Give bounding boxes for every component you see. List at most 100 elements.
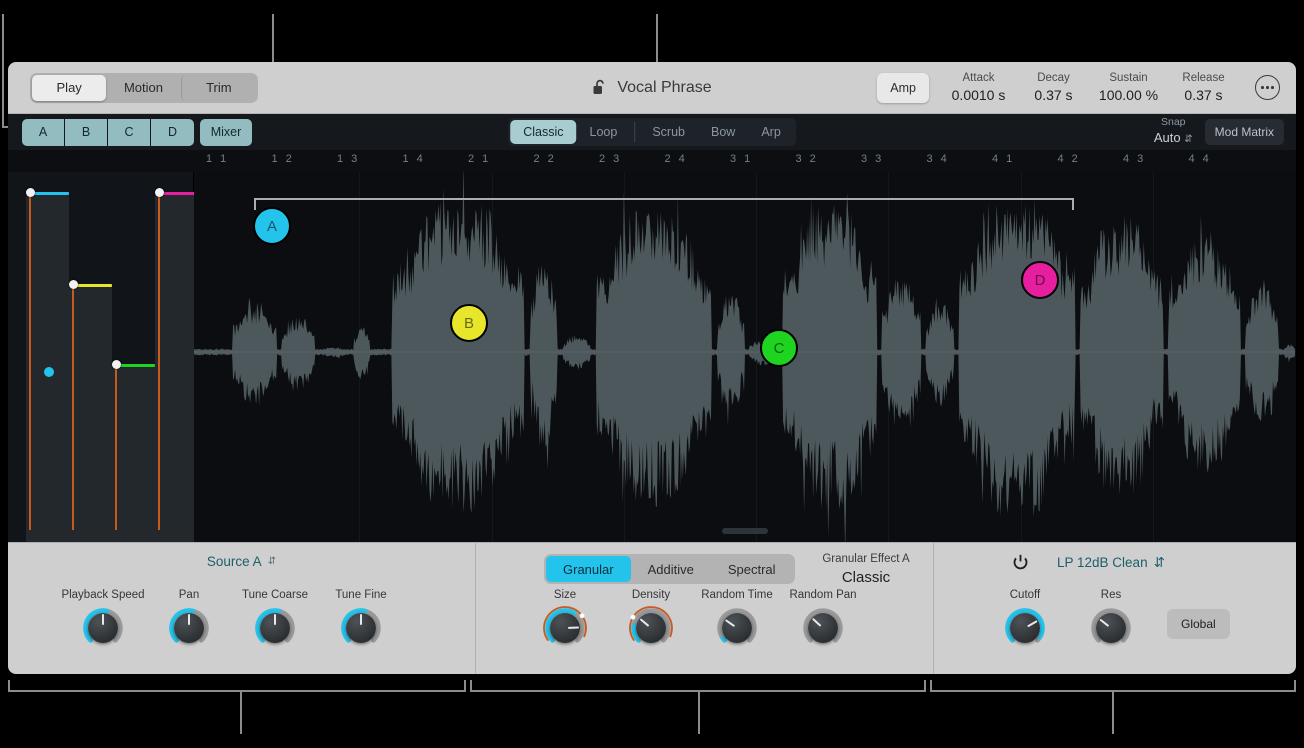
strip-handle[interactable] [69,280,78,289]
source-tab-b[interactable]: B [65,118,108,146]
ruler-tick: 4 4 [1188,153,1212,165]
region-bracket-bar [254,198,1074,200]
ruler-tick: 2 2 [533,153,557,165]
source-tab-c[interactable]: C [108,118,151,146]
amp-button[interactable]: Amp [877,72,929,103]
snap-control[interactable]: Snap Auto ⇵ [1154,116,1193,148]
res-knob-cap [1096,613,1126,643]
playback-speed-knob[interactable] [81,606,125,650]
ruler-tick: 4 1 [992,153,1015,165]
tune-fine-knob[interactable] [339,606,383,650]
attack-label: Attack [962,71,995,84]
size-knob[interactable] [543,606,587,650]
decay-readout[interactable]: Decay 0.37 s [1016,71,1091,105]
res-knob-cell: Res [1068,589,1154,650]
playback-mode-group[interactable]: Classic Loop Scrub Bow Arp [508,118,796,146]
res-knob[interactable] [1089,606,1133,650]
source-tab-a[interactable]: A [22,118,65,146]
callout-bracket-1-right [464,680,466,692]
strip-handle[interactable] [26,188,35,197]
res-knob-label: Res [1100,589,1122,601]
bottom-panel: Source A ⇵ Playback Speed Pan Tune Coarse T… [8,542,1296,674]
strip-position-line[interactable] [29,193,31,530]
strip-playhead-dot[interactable] [44,367,54,377]
horizontal-scroll-handle[interactable] [722,528,768,534]
waveform-marker-b[interactable]: B [450,304,488,342]
waveform-marker-c[interactable]: C [760,329,798,367]
tab-spectral[interactable]: Spectral [711,556,793,582]
release-readout[interactable]: Release 0.37 s [1166,71,1241,105]
size-knob-label: Size [553,589,577,601]
mixer-strip-panel[interactable] [8,172,198,542]
power-icon[interactable] [1012,554,1029,571]
callout-bracket-3-stem [1112,690,1114,734]
ellipsis-icon[interactable] [1255,75,1280,100]
granular-effect-value: Classic [841,569,891,586]
region-bracket-start-handle[interactable] [254,198,256,210]
strip-handle[interactable] [155,188,164,197]
ruler-tick: 1 2 [271,153,295,165]
tune-fine-knob-pointer [360,614,362,625]
mode-scrub[interactable]: Scrub [639,120,698,144]
tab-motion-label: Motion [123,80,163,95]
size-knob-cell: Size [522,589,608,650]
pan-knob-pointer [188,614,190,625]
waveform-graphic [194,172,1296,542]
callout-bracket-2-right [924,680,926,692]
timeline-ruler[interactable]: 1 1 1 2 1 3 1 4 2 1 2 2 2 3 2 4 3 1 3 2 3 3 3 4 4 1 4… [8,150,1296,172]
filter-section: LP 12dB Clean ⇵ Cutoff Res Global [933,543,1296,674]
attack-readout[interactable]: Attack 0.0010 s [941,71,1016,105]
strip-handle[interactable] [112,360,121,369]
random-pan-knob-cell: Random Pan [780,589,866,650]
tab-motion[interactable]: Motion [106,75,180,101]
density-knob[interactable] [629,606,673,650]
size-knob-pointer [567,626,580,629]
source-selector[interactable]: Source A ⇵ [8,543,475,569]
mixer-strip-a[interactable] [26,172,69,542]
cutoff-knob[interactable] [1003,606,1047,650]
cutoff-knob-cell: Cutoff [982,589,1068,650]
mixer-strip-c[interactable] [112,172,155,542]
mixer-button[interactable]: Mixer [200,118,252,146]
ruler-tick: 3 1 [730,153,753,165]
waveform-marker-a[interactable]: A [253,207,291,245]
mode-loop[interactable]: Loop [577,120,631,144]
strip-position-line[interactable] [115,365,117,530]
open-padlock-icon[interactable] [592,79,608,96]
sustain-readout[interactable]: Sustain 100.00 % [1091,71,1166,105]
filter-type-selector[interactable]: LP 12dB Clean ⇵ [1057,555,1165,571]
mod-matrix-button[interactable]: Mod Matrix [1204,119,1284,145]
mode-classic[interactable]: Classic [510,120,577,144]
waveform-display[interactable]: A B C D [194,172,1296,542]
mode-bow[interactable]: Bow [698,120,748,144]
ruler-tick: 3 2 [795,153,819,165]
mode-arp[interactable]: Arp [748,120,793,144]
random-pan-knob[interactable] [801,606,845,650]
tab-play[interactable]: Play [32,74,107,101]
strip-position-line[interactable] [158,193,160,530]
marker-label: B [463,314,474,332]
global-button[interactable]: Global [1167,609,1230,639]
source-tab-d[interactable]: D [151,118,194,146]
random-time-knob[interactable] [715,606,759,650]
mixer-strip-d[interactable] [155,172,198,542]
release-label: Release [1182,71,1225,84]
ruler-tick: 2 1 [468,153,491,165]
mixer-strip-b[interactable] [69,172,112,542]
region-bracket-end-handle[interactable] [1072,198,1074,210]
tab-additive[interactable]: Additive [631,556,711,582]
waveform-marker-d[interactable]: D [1021,261,1059,299]
top-toolbar: Play Motion Trim Vocal Phrase Amp Attack… [8,62,1296,114]
strip-position-line[interactable] [72,285,74,530]
strip-track [112,364,155,542]
source-tab-group[interactable]: A B C D [22,118,194,146]
view-mode-segmented-control[interactable]: Play Motion Trim [30,72,258,103]
granular-effect-readout[interactable]: Granular Effect A Classic [786,552,946,588]
region-bracket[interactable] [254,198,1074,210]
tab-trim[interactable]: Trim [180,74,256,101]
chevron-updown-icon: ⇵ [267,556,277,567]
engine-tab-group[interactable]: Granular Additive Spectral [544,554,795,584]
tab-granular[interactable]: Granular [546,556,631,582]
pan-knob[interactable] [167,606,211,650]
tune-coarse-knob[interactable] [253,606,297,650]
